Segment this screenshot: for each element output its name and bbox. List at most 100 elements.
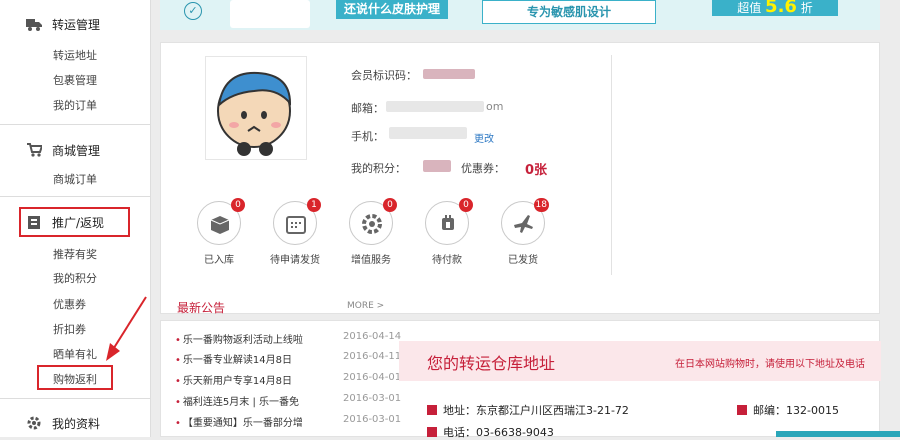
sidebar-item-my-points[interactable]: 我的积分 <box>53 270 97 286</box>
box-icon <box>210 216 230 234</box>
coupon-label: 优惠券： <box>461 162 505 175</box>
news-item-title: 乐天新用户专享14月8日 <box>182 376 292 387</box>
news-warehouse-panel: • 乐一番购物返利活动上线啦 2016-04-14 • 乐一番专业解读14月8日 201… <box>160 320 881 440</box>
phone-value <box>389 127 467 139</box>
list-item[interactable]: • 乐一番专业解读14月8日 2016-04-11 <box>175 351 415 366</box>
warehouse-phone-text: 电话：03-6638-9043 <box>443 426 554 439</box>
news-item-date: 2016-03-01 <box>343 393 402 404</box>
profile-panel: 会员标识码： 邮箱： om 手机： 更改 我的积分： 优惠券： 0张 0 已入库… <box>160 42 880 315</box>
truck-icon <box>26 16 42 32</box>
bullet-square-icon <box>737 405 747 415</box>
cart-icon <box>26 142 44 158</box>
email-value <box>386 101 484 112</box>
list-item[interactable]: • 【重要通知】乐一番部分增 2016-03-01 <box>175 414 415 429</box>
banner-discount: 超值 5.6 折 <box>712 0 838 16</box>
seal-icon: ✓ <box>184 2 202 20</box>
product-image <box>230 0 310 28</box>
calendar-icon <box>286 216 306 234</box>
member-id-value <box>423 69 475 79</box>
bottom-tab-bar[interactable] <box>776 431 900 437</box>
news-item-title: 乐一番购物返利活动上线啦 <box>182 335 303 346</box>
stat-pending-shipment[interactable]: 1 待申请发货 <box>257 198 333 266</box>
avatar-cartoon-icon <box>217 71 292 156</box>
stat-badge: 0 <box>231 198 245 212</box>
news-more-link[interactable]: MORE > <box>347 301 384 311</box>
avatar[interactable] <box>205 56 307 160</box>
sidebar-item-discount-coupons[interactable]: 折扣券 <box>53 321 86 337</box>
warehouse-phone: 电话：03-6638-9043 <box>427 424 554 440</box>
news-item-title: 福利连连5月末 | 乐一番免 <box>182 397 299 408</box>
points-label: 我的积分： <box>351 162 406 175</box>
stat-label: 待付款 <box>432 255 462 266</box>
news-title: 最新公告 <box>177 301 226 315</box>
stat-in-warehouse[interactable]: 0 已入库 <box>181 198 257 266</box>
stat-badge: 18 <box>533 198 549 212</box>
divider <box>611 55 612 275</box>
sidebar-item-mall-orders[interactable]: 商城订单 <box>53 171 97 187</box>
warehouse-title: 您的转运仓库地址 <box>427 354 556 373</box>
email-label: 邮箱： <box>351 102 384 115</box>
news-item-date: 2016-04-11 <box>343 351 402 362</box>
phone-label: 手机： <box>351 130 384 143</box>
coupon-count[interactable]: 0张 <box>525 159 547 178</box>
warehouse-postcode-text: 邮编：132-0015 <box>753 404 839 417</box>
list-item[interactable]: • 乐天新用户专享14月8日 2016-04-01 <box>175 372 415 387</box>
news-item-date: 2016-03-01 <box>343 414 402 425</box>
stat-label: 增值服务 <box>351 255 391 266</box>
annotation-arrow-icon <box>106 296 147 361</box>
gear-icon <box>26 415 42 431</box>
promo-banner[interactable]: ✓ 还说什么皮肤护理 专为敏感肌设计 超值 5.6 折 <box>160 0 880 30</box>
promo-icon <box>26 214 42 230</box>
stat-badge: 0 <box>459 198 473 212</box>
stat-pending-payment[interactable]: 0 待付款 <box>409 198 485 266</box>
news-item-title: 乐一番专业解读14月8日 <box>182 355 292 366</box>
sidebar-group-label: 我的资料 <box>52 416 101 431</box>
sidebar-item-my-orders[interactable]: 我的订单 <box>53 97 97 113</box>
stat-label: 已入库 <box>204 255 234 266</box>
gear-icon <box>362 214 382 234</box>
sidebar-item-transfer-address[interactable]: 转运地址 <box>53 47 97 63</box>
change-phone-link[interactable]: 更改 <box>474 130 494 145</box>
list-item[interactable]: • 福利连连5月末 | 乐一番免 2016-03-01 <box>175 393 415 408</box>
stat-badge: 0 <box>383 198 397 212</box>
stat-label: 已发货 <box>508 255 538 266</box>
divider <box>0 124 151 125</box>
stat-label: 待申请发货 <box>270 255 320 266</box>
warehouse-address: 地址：东京都江户川区西瑞江3-21-72 <box>427 402 629 418</box>
bullet-square-icon <box>427 405 437 415</box>
warehouse-note: 在日本网站购物时，请使用以下地址及电话 <box>675 359 865 370</box>
plane-icon <box>514 215 533 233</box>
sidebar-group-mall[interactable]: 商城管理 <box>26 140 100 160</box>
sidebar-item-package-management[interactable]: 包裹管理 <box>53 72 97 88</box>
sidebar-item-referral[interactable]: 推荐有奖 <box>53 246 97 262</box>
payment-icon <box>442 215 454 230</box>
warehouse-address-text: 地址：东京都江户川区西瑞江3-21-72 <box>443 404 629 417</box>
member-id-label: 会员标识码： <box>351 69 417 82</box>
news-item-title: 【重要通知】乐一番部分增 <box>182 418 303 429</box>
divider <box>0 196 151 197</box>
sidebar-item-cashback[interactable]: 购物返利 <box>53 371 97 387</box>
bullet-square-icon <box>427 427 437 437</box>
news-item-date: 2016-04-01 <box>343 372 402 383</box>
sidebar-group-profile[interactable]: 我的资料 <box>26 413 100 433</box>
sidebar-group-label: 转运管理 <box>52 17 101 32</box>
sidebar: 转运管理 转运地址 包裹管理 我的订单 商城管理 商城订单 推广/返现 推荐有奖… <box>0 0 151 437</box>
sidebar-item-coupons[interactable]: 优惠券 <box>53 296 86 312</box>
stat-shipped[interactable]: 18 已发货 <box>485 198 561 266</box>
banner-discount-prefix: 超值 <box>737 1 762 15</box>
sidebar-group-label: 商城管理 <box>52 143 101 158</box>
banner-discount-value: 5.6 <box>765 0 797 17</box>
warehouse-header: 您的转运仓库地址 在日本网站购物时，请使用以下地址及电话 <box>399 341 881 381</box>
stat-value-added[interactable]: 0 增值服务 <box>333 198 409 266</box>
warehouse-postcode: 邮编：132-0015 <box>737 402 839 418</box>
sidebar-group-promo[interactable]: 推广/返现 <box>26 212 104 232</box>
points-value <box>423 160 451 172</box>
banner-discount-suffix: 折 <box>800 1 813 15</box>
stat-badge: 1 <box>307 198 321 212</box>
sidebar-group-transfer[interactable]: 转运管理 <box>26 14 100 34</box>
email-suffix: om <box>486 100 504 113</box>
list-item[interactable]: • 乐一番购物返利活动上线啦 2016-04-14 <box>175 331 415 346</box>
news-item-date: 2016-04-14 <box>343 331 402 342</box>
divider <box>0 398 151 399</box>
sidebar-item-share-order[interactable]: 晒单有礼 <box>53 346 97 362</box>
